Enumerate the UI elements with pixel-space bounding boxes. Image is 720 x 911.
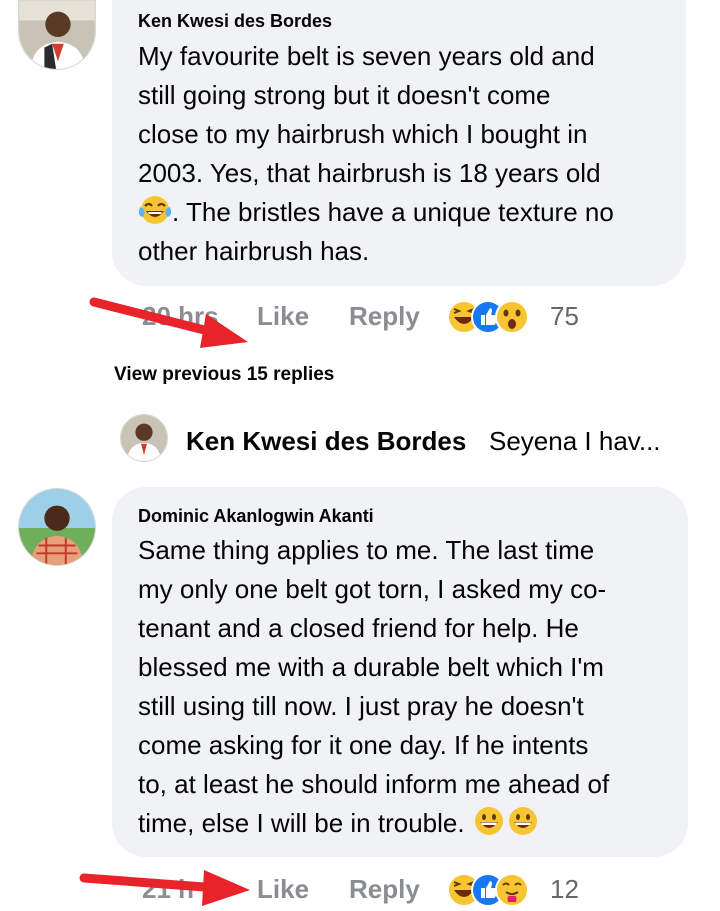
red-arrow-annotation	[79, 870, 250, 906]
avatar-dominic-image	[19, 489, 95, 565]
comment-text-line: My favourite belt is seven years old and	[138, 41, 595, 71]
view-previous-replies-link[interactable]: View previous 15 replies	[114, 364, 334, 386]
comment-text-line: still going strong but it doesn't come	[138, 80, 551, 110]
care-emoji-icon	[494, 872, 530, 908]
avatar-ken-small[interactable]	[120, 414, 168, 462]
red-arrow-annotation	[89, 297, 248, 348]
avatar-ken[interactable]	[18, 0, 96, 70]
comment-text-line: close to my hairbrush which I bought in	[138, 119, 588, 149]
tears-of-joy-emoji	[138, 193, 172, 227]
reply-preview-author[interactable]: Ken Kwesi des Bordes	[186, 426, 466, 457]
comment-author[interactable]: Ken Kwesi des Bordes	[138, 11, 332, 32]
comment-text-line: 2003. Yes, that hairbrush is 18 years ol…	[138, 158, 601, 188]
comment-author[interactable]: Dominic Akanlogwin Akanti	[138, 506, 374, 527]
comment-text-line: other hairbrush has.	[138, 236, 370, 266]
reaction-summary[interactable]	[446, 299, 546, 337]
comment-text-line: my only one belt got torn, I asked my co…	[138, 574, 607, 604]
wow-emoji-icon	[494, 299, 530, 335]
comment-text-line: to, at least he should inform me ahead o…	[138, 769, 610, 799]
comment-text-line: time, else I will be in trouble.	[138, 804, 540, 843]
avatar-dominic[interactable]	[18, 488, 96, 566]
like-button[interactable]: Like	[257, 301, 309, 332]
reply-preview-snippet[interactable]: Seyena I hav...	[489, 426, 661, 457]
comment-text-line: tenant and a closed friend for help. He	[138, 613, 579, 643]
comment-text-line: come asking for it one day. If he intent…	[138, 730, 589, 760]
reaction-summary[interactable]	[446, 872, 546, 910]
grinning-emoji	[472, 804, 506, 838]
avatar-ken-small-image	[121, 415, 167, 461]
like-button[interactable]: Like	[257, 874, 309, 905]
comment-text-line: still using till now. I just pray he doe…	[138, 691, 584, 721]
reply-button[interactable]: Reply	[349, 301, 420, 332]
comment-text-line: Same thing applies to me. The last time	[138, 535, 595, 565]
reply-button[interactable]: Reply	[349, 874, 420, 905]
reaction-count[interactable]: 75	[550, 301, 579, 332]
comment-text-line: . The bristles have a unique texture no	[138, 193, 614, 232]
avatar-ken-image	[19, 1, 95, 69]
comment-text-line: blessed me with a durable belt which I'm	[138, 652, 604, 682]
reaction-count[interactable]: 12	[550, 874, 579, 905]
grinning-emoji	[506, 804, 540, 838]
